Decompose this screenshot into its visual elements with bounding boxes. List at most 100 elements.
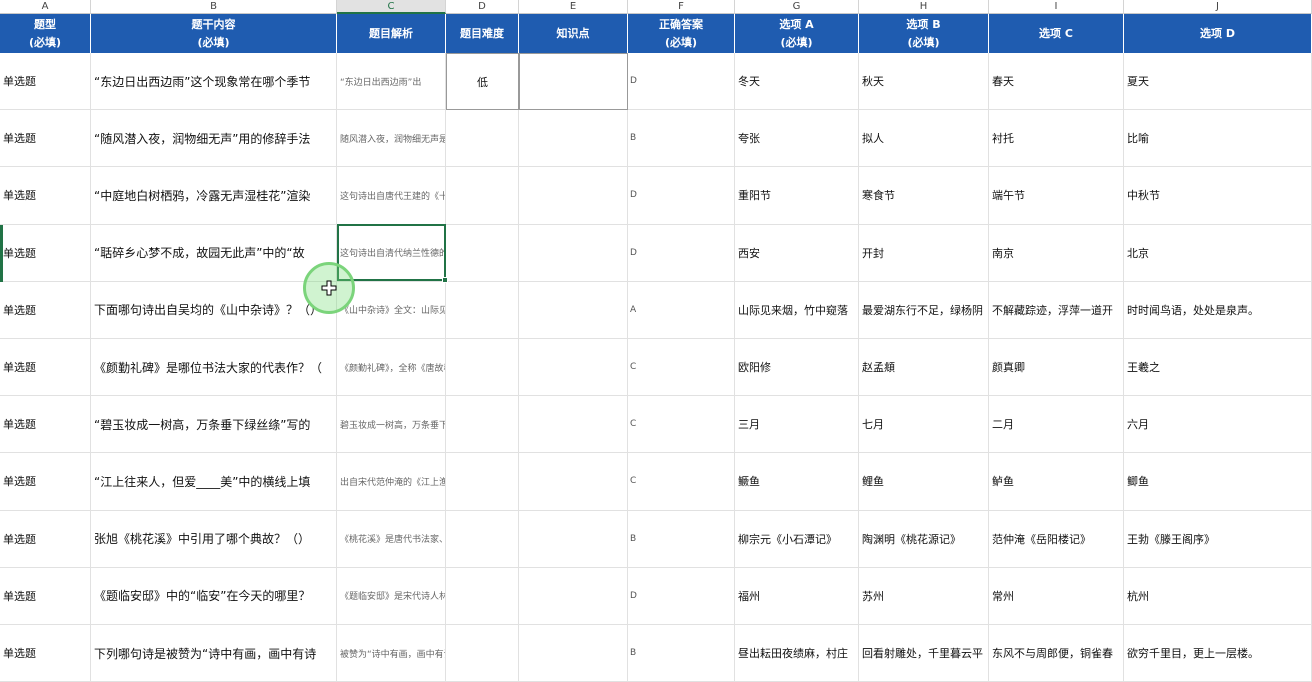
cell-option-d[interactable]: 欲穷千里目，更上一层楼。 bbox=[1124, 625, 1312, 682]
cell-question-type[interactable]: 单选题 bbox=[0, 510, 91, 568]
cell-difficulty[interactable] bbox=[446, 453, 519, 511]
cell-option-c[interactable]: 颜真卿 bbox=[989, 339, 1124, 397]
cell-option-c[interactable]: 衬托 bbox=[989, 110, 1124, 168]
column-header-a[interactable]: A bbox=[0, 0, 91, 14]
column-header-h[interactable]: H bbox=[859, 0, 989, 14]
column-header-c[interactable]: C bbox=[337, 0, 446, 14]
cell-option-d[interactable]: 六月 bbox=[1124, 396, 1312, 454]
cell-option-c[interactable]: 春天 bbox=[989, 53, 1124, 111]
cell-difficulty[interactable] bbox=[446, 224, 519, 282]
cell-difficulty[interactable] bbox=[446, 510, 519, 568]
cell-knowledge-point[interactable] bbox=[519, 453, 628, 511]
column-header-f[interactable]: F bbox=[628, 0, 735, 14]
cell-question-text[interactable]: 《颜勤礼碑》是哪位书法大家的代表作？（ bbox=[91, 339, 337, 397]
cell-option-a[interactable]: 柳宗元《小石潭记》 bbox=[735, 510, 859, 568]
cell-correct-answer[interactable]: C bbox=[628, 396, 735, 454]
cell-difficulty[interactable] bbox=[446, 110, 519, 168]
cell-difficulty[interactable] bbox=[446, 167, 519, 225]
cell-knowledge-point[interactable] bbox=[519, 396, 628, 454]
cell-option-d[interactable]: 北京 bbox=[1124, 224, 1312, 282]
field-header-cell[interactable]: 选项 C bbox=[989, 14, 1124, 53]
cell-knowledge-point[interactable] bbox=[519, 510, 628, 568]
cell-question-type[interactable]: 单选题 bbox=[0, 281, 91, 339]
cell-option-b[interactable]: 开封 bbox=[859, 224, 989, 282]
cell-option-d[interactable]: 王羲之 bbox=[1124, 339, 1312, 397]
cell-question-text[interactable]: 《题临安邸》中的“临安”在今天的哪里？ bbox=[91, 567, 337, 625]
cell-question-text[interactable]: “碧玉妆成一树高，万条垂下绿丝绦”写的 bbox=[91, 396, 337, 454]
field-header-cell[interactable]: 题目难度 bbox=[446, 14, 519, 53]
cell-option-c[interactable]: 东风不与周郎便，铜雀春 bbox=[989, 625, 1124, 682]
cell-correct-answer[interactable]: C bbox=[628, 339, 735, 397]
cell-option-b[interactable]: 陶渊明《桃花源记》 bbox=[859, 510, 989, 568]
cell-question-text[interactable]: 下面哪句诗出自吴均的《山中杂诗》？（） bbox=[91, 281, 337, 339]
cell-option-a[interactable]: 重阳节 bbox=[735, 167, 859, 225]
cell-difficulty[interactable] bbox=[446, 339, 519, 397]
cell-correct-answer[interactable]: C bbox=[628, 453, 735, 511]
cell-option-a[interactable]: 鳜鱼 bbox=[735, 453, 859, 511]
cell-knowledge-point[interactable] bbox=[519, 339, 628, 397]
cell-option-c[interactable]: 不解藏踪迹，浮萍一道开 bbox=[989, 281, 1124, 339]
cell-question-type[interactable]: 单选题 bbox=[0, 224, 91, 282]
cell-question-type[interactable]: 单选题 bbox=[0, 567, 91, 625]
cell-explanation[interactable]: 随风潜入夜，润物细无声是拟人的修辞手法，拟人是指把非人类 bbox=[337, 110, 446, 168]
cell-option-a[interactable]: 昼出耘田夜绩麻，村庄 bbox=[735, 625, 859, 682]
cell-option-b[interactable]: 拟人 bbox=[859, 110, 989, 168]
column-header-g[interactable]: G bbox=[735, 0, 859, 14]
cell-explanation[interactable]: 出自宋代范仲淹的《江上渔者》：江上往来人,但爱鲈鱼美。君看 bbox=[337, 453, 446, 511]
cell-difficulty[interactable] bbox=[446, 625, 519, 682]
cell-option-d[interactable]: 杭州 bbox=[1124, 567, 1312, 625]
column-header-b[interactable]: B bbox=[91, 0, 337, 14]
cell-option-d[interactable]: 夏天 bbox=[1124, 53, 1312, 111]
cell-question-type[interactable]: 单选题 bbox=[0, 53, 91, 111]
cell-option-b[interactable]: 七月 bbox=[859, 396, 989, 454]
column-header-j[interactable]: J bbox=[1124, 0, 1312, 14]
cell-knowledge-point[interactable] bbox=[519, 567, 628, 625]
cell-explanation[interactable]: 《桃花溪》是唐代书法家、诗人张旭创作的一首写景诗。此诗通 bbox=[337, 510, 446, 568]
cell-difficulty[interactable] bbox=[446, 567, 519, 625]
cell-question-text[interactable]: “聒碎乡心梦不成，故园无此声”中的“故 bbox=[91, 224, 337, 282]
cell-option-a[interactable]: 西安 bbox=[735, 224, 859, 282]
field-header-cell[interactable]: 正确答案 (必填) bbox=[628, 14, 735, 53]
cell-option-a[interactable]: 山际见来烟，竹中窥落 bbox=[735, 281, 859, 339]
cell-option-a[interactable]: 夸张 bbox=[735, 110, 859, 168]
cell-explanation[interactable]: 《题临安邸》是宋代诗人林升创作的一首七绝。此诗第一句点出 bbox=[337, 567, 446, 625]
cell-question-text[interactable]: “江上往来人，但爱____美”中的横线上填 bbox=[91, 453, 337, 511]
cell-explanation[interactable]: 这句诗出自唐代王建的《十五夜望月》，【译文】庭院地面雪白 bbox=[337, 167, 446, 225]
fill-handle[interactable] bbox=[442, 277, 448, 283]
cell-knowledge-point[interactable] bbox=[519, 110, 628, 168]
cell-option-b[interactable]: 鲤鱼 bbox=[859, 453, 989, 511]
cell-option-b[interactable]: 苏州 bbox=[859, 567, 989, 625]
cell-option-b[interactable]: 赵孟頫 bbox=[859, 339, 989, 397]
cell-explanation[interactable]: 被赞为“诗中有画，画中有诗”的诗人是王维。B回看射雕处,千 bbox=[337, 625, 446, 682]
cell-question-text[interactable]: 张旭《桃花溪》中引用了哪个典故？（） bbox=[91, 510, 337, 568]
cell-difficulty[interactable] bbox=[446, 281, 519, 339]
cell-correct-answer[interactable]: B bbox=[628, 110, 735, 168]
field-header-cell[interactable]: 知识点 bbox=[519, 14, 628, 53]
cell-difficulty[interactable] bbox=[446, 396, 519, 454]
field-header-cell[interactable]: 选项 B (必填) bbox=[859, 14, 989, 53]
cell-correct-answer[interactable]: D bbox=[628, 567, 735, 625]
cell-option-b[interactable]: 寒食节 bbox=[859, 167, 989, 225]
cell-option-c[interactable]: 常州 bbox=[989, 567, 1124, 625]
field-header-cell[interactable]: 选项 D bbox=[1124, 14, 1312, 53]
cell-question-type[interactable]: 单选题 bbox=[0, 339, 91, 397]
cell-option-d[interactable]: 中秋节 bbox=[1124, 167, 1312, 225]
cell-option-d[interactable]: 王勃《滕王阁序》 bbox=[1124, 510, 1312, 568]
cell-option-b[interactable]: 最爱湖东行不足，绿杨阴 bbox=[859, 281, 989, 339]
cell-correct-answer[interactable]: B bbox=[628, 510, 735, 568]
cell-question-text[interactable]: “东边日出西边雨”这个现象常在哪个季节 bbox=[91, 53, 337, 111]
cell-correct-answer[interactable]: A bbox=[628, 281, 735, 339]
cell-option-d[interactable]: 比喻 bbox=[1124, 110, 1312, 168]
cell-question-text[interactable]: 下列哪句诗是被赞为“诗中有画，画中有诗 bbox=[91, 625, 337, 682]
cell-difficulty[interactable]: 低 bbox=[446, 53, 519, 111]
cell-question-type[interactable]: 单选题 bbox=[0, 110, 91, 168]
cell-correct-answer[interactable]: D bbox=[628, 224, 735, 282]
cell-knowledge-point[interactable] bbox=[519, 167, 628, 225]
cell-option-a[interactable]: 福州 bbox=[735, 567, 859, 625]
column-header-d[interactable]: D bbox=[446, 0, 519, 14]
cell-option-c[interactable]: 端午节 bbox=[989, 167, 1124, 225]
cell-question-type[interactable]: 单选题 bbox=[0, 167, 91, 225]
column-header-e[interactable]: E bbox=[519, 0, 628, 14]
cell-option-d[interactable]: 鲫鱼 bbox=[1124, 453, 1312, 511]
cell-option-b[interactable]: 回看射雕处，千里暮云平 bbox=[859, 625, 989, 682]
